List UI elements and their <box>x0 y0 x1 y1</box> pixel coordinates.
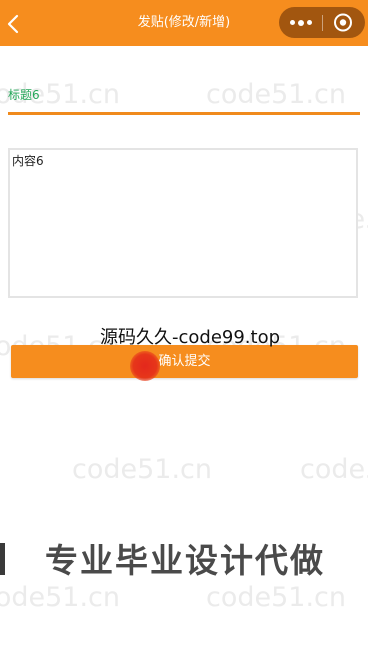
submit-button[interactable]: 确认提交 <box>11 345 358 378</box>
title-input-underline <box>8 112 360 115</box>
target-circle-icon <box>334 13 352 32</box>
watermark: code51.cn <box>0 582 121 613</box>
watermark: code51.cn <box>300 454 368 485</box>
submit-button-label: 确认提交 <box>158 354 211 369</box>
miniprogram-capsule <box>279 7 365 38</box>
screen: code51.cn code51.cn code51.cn code51.cn … <box>0 0 368 656</box>
more-dots-icon <box>298 19 304 26</box>
promo-banner: 专业毕业设计代做 <box>0 537 368 583</box>
watermark: code51.cn <box>206 582 347 613</box>
content-textarea[interactable]: 内容6 <box>8 148 358 298</box>
more-button[interactable] <box>279 7 321 38</box>
watermark: code51.cn <box>72 454 213 485</box>
banner-bar <box>0 543 5 575</box>
close-miniprogram-button[interactable] <box>327 10 359 35</box>
touch-indicator <box>130 351 160 381</box>
capsule-divider <box>322 15 323 31</box>
nav-bar: 发贴(修改/新增) <box>0 0 368 46</box>
content-textarea-value: 内容6 <box>12 154 44 168</box>
title-input-value: 标题6 <box>8 88 40 102</box>
promo-banner-text: 专业毕业设计代做 <box>45 541 325 580</box>
more-dots-icon <box>290 20 295 25</box>
title-input[interactable]: 标题6 <box>8 85 360 115</box>
source-overlay-text: 源码久久-code99.top <box>100 327 281 348</box>
more-dots-icon <box>307 20 312 25</box>
